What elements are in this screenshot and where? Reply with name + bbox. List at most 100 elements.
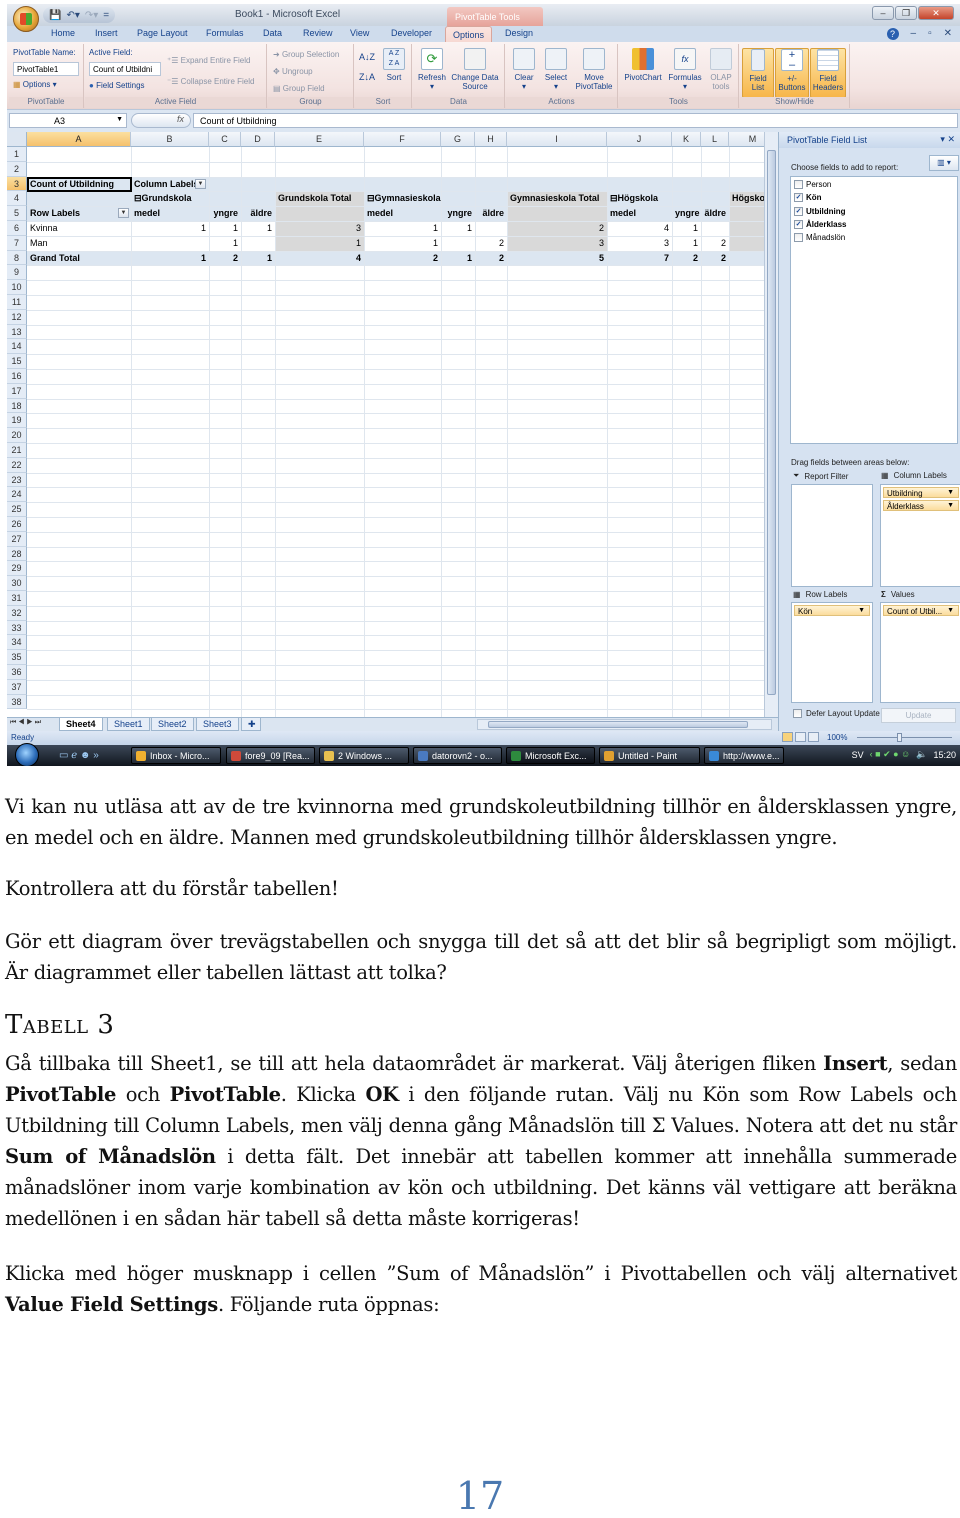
row-labels-area[interactable]: Kön ▼	[791, 602, 873, 703]
row-header-26[interactable]: 26	[7, 517, 27, 532]
select-button[interactable]: Select ▾	[540, 48, 572, 91]
column-labels-area[interactable]: Utbildning ▼ Ålderklass ▼	[880, 484, 960, 587]
checked-checkbox[interactable]: ✓	[794, 206, 803, 216]
customize-icon[interactable]: =	[103, 10, 109, 21]
clock[interactable]: 15:20	[933, 750, 956, 760]
row-labels-filter-button[interactable]: ▼	[118, 208, 129, 219]
workbook-close-button[interactable]: ✕	[944, 28, 952, 40]
sort-ascending-button[interactable]: A↓Z	[359, 52, 375, 62]
row-header-7[interactable]: 7	[7, 235, 27, 251]
column-header-g[interactable]: G	[441, 132, 475, 147]
dropdown-arrow-icon[interactable]: ▼	[858, 607, 865, 614]
row-header-12[interactable]: 12	[7, 309, 27, 325]
pivot-value-cell[interactable]: 2	[212, 251, 238, 265]
fx-icon[interactable]: fx	[177, 114, 184, 124]
column-header-m[interactable]: M	[729, 132, 764, 147]
row-header-17[interactable]: 17	[7, 383, 27, 399]
column-header-f[interactable]: F	[364, 132, 441, 147]
active-field-input[interactable]: Count of Utbildni	[89, 62, 161, 76]
pivot-total-cell[interactable]: 4	[278, 251, 361, 265]
column-field-pill[interactable]: Utbildning ▼	[883, 487, 959, 498]
layout-button[interactable]: ▥ ▾	[929, 155, 959, 171]
pivot-value-cell[interactable]: 2	[704, 251, 726, 265]
pivot-total-cell[interactable]: 5	[510, 251, 604, 265]
row-field-pill[interactable]: Kön ▼	[794, 605, 870, 616]
workbook-restore-button[interactable]: ▫	[928, 28, 932, 40]
row-header-19[interactable]: 19	[7, 413, 27, 429]
tab-developer[interactable]: Developer	[391, 28, 432, 38]
column-header-k[interactable]: K	[672, 132, 701, 147]
row-header-36[interactable]: 36	[7, 665, 27, 680]
pivot-value-cell[interactable]: 1	[134, 221, 206, 235]
taskbar-item[interactable]: http://www.e...	[704, 747, 784, 764]
pivot-group-total-header[interactable]: Gymnasieskola Total	[510, 191, 604, 205]
unchecked-checkbox[interactable]	[794, 180, 803, 189]
group-selection-button[interactable]: ➜ Group Selection	[273, 50, 339, 59]
row-header-37[interactable]: 37	[7, 679, 27, 695]
row-header-14[interactable]: 14	[7, 339, 27, 355]
pivot-group-header[interactable]: ⊟Högskola	[610, 191, 669, 205]
row-header-11[interactable]: 11	[7, 295, 27, 310]
pivot-group-total-header[interactable]: Högskola T	[732, 191, 764, 205]
pivot-row-label[interactable]: Man	[30, 236, 128, 250]
row-header-10[interactable]: 10	[7, 280, 27, 295]
pivot-subheader-medel[interactable]: medel	[134, 206, 206, 220]
field-item[interactable]: Person	[794, 180, 831, 189]
pivot-value-cell[interactable]: 2	[704, 236, 726, 250]
tab-home[interactable]: Home	[51, 28, 75, 38]
row-header-24[interactable]: 24	[7, 487, 27, 503]
undo-icon[interactable]: ↶▾	[66, 10, 79, 21]
column-header-j[interactable]: J	[607, 132, 672, 147]
pivot-subheader-medel[interactable]: medel	[610, 206, 669, 220]
tab-page-layout[interactable]: Page Layout	[137, 28, 188, 38]
column-header-h[interactable]: H	[475, 132, 507, 147]
column-field-pill[interactable]: Ålderklass ▼	[883, 500, 959, 511]
close-button[interactable]: ✕	[918, 6, 954, 20]
sheet-tab-sheet2[interactable]: Sheet2	[151, 718, 194, 731]
pivot-group-total-header[interactable]: Grundskola Total	[278, 191, 361, 205]
sheet-nav-arrows[interactable]: ⏮◀▶⏭	[10, 719, 43, 727]
field-list-toggle[interactable]: Field List	[742, 48, 774, 98]
pivot-value-cell[interactable]: 1	[244, 221, 272, 235]
zoom-slider[interactable]	[857, 733, 952, 742]
taskbar-item[interactable]: Inbox - Micro...	[131, 747, 221, 764]
pivot-value-cell[interactable]: 1	[444, 251, 472, 265]
row-header-30[interactable]: 30	[7, 576, 27, 591]
normal-view-button[interactable]	[782, 732, 793, 742]
zoom-level[interactable]: 100%	[827, 733, 847, 742]
spreadsheet-grid[interactable]: A B C D E F G H I J K L M 1 2 3 4 5 6 7 8 9 10 11 12 13 14 15 16 17 18…	[7, 132, 764, 717]
row-header-32[interactable]: 32	[7, 605, 27, 621]
taskbar-item[interactable]: Microsoft Exc...	[506, 747, 595, 764]
tab-view[interactable]: View	[350, 28, 369, 38]
name-box[interactable]: A3 ▼	[9, 113, 127, 128]
row-header-27[interactable]: 27	[7, 531, 27, 547]
clear-button[interactable]: Clear ▾	[508, 48, 540, 91]
column-header-d[interactable]: D	[241, 132, 275, 147]
pivot-value-cell[interactable]: 1	[367, 236, 438, 250]
pivot-subheader-äldre[interactable]: äldre	[244, 206, 272, 220]
tab-data[interactable]: Data	[263, 28, 282, 38]
dropdown-arrow-icon[interactable]: ▼	[947, 607, 954, 614]
pivotchart-button[interactable]: PivotChart	[621, 48, 665, 82]
vertical-scrollbar[interactable]	[764, 132, 778, 717]
pivot-value-cell[interactable]: 1	[212, 221, 238, 235]
horizontal-scrollbar[interactable]	[477, 719, 772, 730]
column-labels-filter-button[interactable]: ▼	[195, 178, 206, 189]
restore-button[interactable]: ❐	[895, 6, 917, 20]
taskbar-item[interactable]: datorovn2 - o...	[413, 747, 502, 764]
pivot-value-cell[interactable]: 1	[212, 236, 238, 250]
pivot-value-cell[interactable]: 1	[444, 221, 472, 235]
minimize-button[interactable]: –	[872, 6, 894, 20]
refresh-button[interactable]: ⟳ Refresh ▾	[415, 48, 449, 91]
row-header-22[interactable]: 22	[7, 457, 27, 473]
quick-launch-icons[interactable]: ▭ ℯ ☻ »	[59, 750, 99, 761]
pivot-total-cell[interactable]: 1	[278, 236, 361, 250]
dropdown-arrow-icon[interactable]: ▼	[947, 489, 954, 496]
column-header-a[interactable]: A	[27, 132, 131, 147]
tab-design[interactable]: Design	[505, 28, 533, 38]
unchecked-checkbox[interactable]	[794, 233, 803, 243]
page-break-view-button[interactable]	[808, 732, 819, 742]
taskbar-item[interactable]: fore9_09 [Rea...	[226, 747, 315, 764]
value-field-pill[interactable]: Count of Utbil... ▼	[883, 605, 959, 616]
pivot-subheader-yngre[interactable]: yngre	[444, 206, 472, 220]
